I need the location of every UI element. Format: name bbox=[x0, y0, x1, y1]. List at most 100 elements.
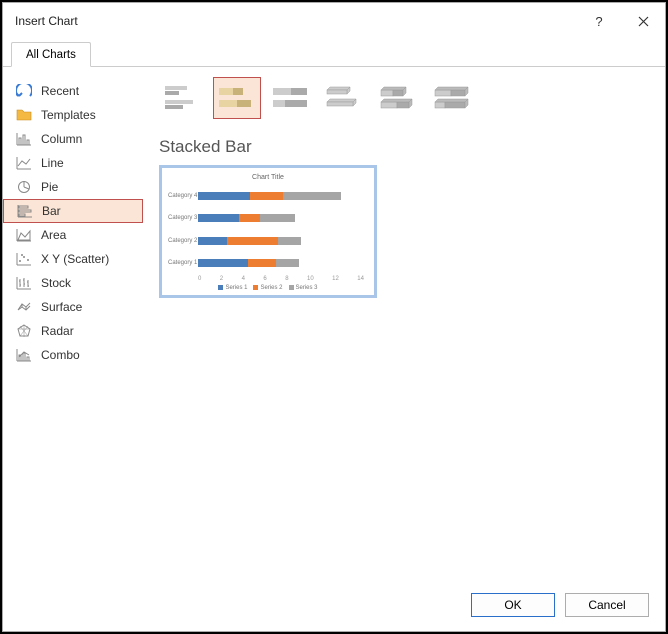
sidebar-item-label: Templates bbox=[41, 108, 96, 122]
preview-bar-row: Category 2 bbox=[198, 237, 364, 245]
sidebar-item-label: Radar bbox=[41, 324, 74, 338]
sidebar-item-column[interactable]: Column bbox=[3, 127, 143, 151]
sidebar-item-label: Recent bbox=[41, 84, 79, 98]
stacked-bar-icon bbox=[217, 82, 257, 114]
subtype-100-stacked-bar[interactable] bbox=[267, 77, 315, 119]
category-label: Category 1 bbox=[168, 260, 196, 266]
tick-label: 2 bbox=[220, 276, 223, 282]
sidebar-item-templates[interactable]: Templates bbox=[3, 103, 143, 127]
sidebar-item-label: Combo bbox=[41, 348, 80, 362]
category-label: Category 4 bbox=[168, 193, 196, 199]
legend-item: Series 3 bbox=[289, 285, 318, 291]
subtype-clustered-bar[interactable] bbox=[159, 77, 207, 119]
sidebar-item-label: Column bbox=[41, 132, 82, 146]
titlebar: Insert Chart ? bbox=[3, 3, 665, 39]
dialog-title: Insert Chart bbox=[15, 14, 577, 28]
subtype-3d-100-stacked-bar[interactable] bbox=[429, 77, 477, 119]
category-label: Category 3 bbox=[168, 215, 196, 221]
sidebar-item-surface[interactable]: Surface bbox=[3, 295, 143, 319]
recent-icon bbox=[15, 83, 33, 99]
preview-bar-row: Category 1 bbox=[198, 259, 364, 267]
sidebar-item-label: Surface bbox=[41, 300, 82, 314]
tick-label: 4 bbox=[242, 276, 245, 282]
line-chart-icon bbox=[15, 155, 33, 171]
legend-item: Series 1 bbox=[218, 285, 247, 291]
sidebar-item-area[interactable]: Area bbox=[3, 223, 143, 247]
dialog-body: Recent Templates Column Line Pie Bar bbox=[3, 67, 665, 581]
bar-chart-icon bbox=[16, 203, 34, 219]
bar-segment bbox=[198, 214, 239, 222]
sidebar-item-label: Line bbox=[41, 156, 64, 170]
preview-bar-row: Category 4 bbox=[198, 192, 364, 200]
bar-segment bbox=[260, 214, 295, 222]
sidebar-item-radar[interactable]: Radar bbox=[3, 319, 143, 343]
surface-chart-icon bbox=[15, 299, 33, 315]
sidebar-item-scatter[interactable]: X Y (Scatter) bbox=[3, 247, 143, 271]
stock-chart-icon bbox=[15, 275, 33, 291]
3d-clustered-bar-icon bbox=[325, 82, 365, 114]
bar-segment bbox=[248, 259, 276, 267]
tick-label: 14 bbox=[357, 276, 364, 282]
clustered-bar-icon bbox=[163, 82, 203, 114]
sidebar-item-label: Pie bbox=[41, 180, 58, 194]
sidebar-item-label: Area bbox=[41, 228, 66, 242]
bar-segment bbox=[227, 237, 278, 245]
bar-segment bbox=[198, 259, 248, 267]
100-stacked-bar-icon bbox=[271, 82, 311, 114]
tick-label: 10 bbox=[307, 276, 314, 282]
close-icon bbox=[638, 16, 649, 27]
bar-segment bbox=[278, 237, 301, 245]
sidebar-item-recent[interactable]: Recent bbox=[3, 79, 143, 103]
chart-subtype-row bbox=[159, 77, 649, 119]
area-chart-icon bbox=[15, 227, 33, 243]
column-chart-icon bbox=[15, 131, 33, 147]
pie-chart-icon bbox=[15, 179, 33, 195]
sidebar-item-bar[interactable]: Bar bbox=[3, 199, 143, 223]
selected-chart-name: Stacked Bar bbox=[159, 137, 649, 157]
insert-chart-dialog: Insert Chart ? All Charts Recent Templat… bbox=[2, 2, 666, 632]
subtype-stacked-bar[interactable] bbox=[213, 77, 261, 119]
preview-x-axis: 0 2 4 6 8 10 12 14 bbox=[168, 276, 368, 282]
sidebar-item-label: Stock bbox=[41, 276, 71, 290]
preview-legend: Series 1 Series 2 Series 3 bbox=[168, 285, 368, 291]
bar-segment bbox=[239, 214, 260, 222]
tab-strip: All Charts bbox=[3, 39, 665, 67]
bar-segment bbox=[250, 192, 283, 200]
subtype-3d-clustered-bar[interactable] bbox=[321, 77, 369, 119]
scatter-chart-icon bbox=[15, 251, 33, 267]
close-button[interactable] bbox=[621, 5, 665, 37]
combo-chart-icon bbox=[15, 347, 33, 363]
preview-bar-row: Category 3 bbox=[198, 214, 364, 222]
tick-label: 12 bbox=[332, 276, 339, 282]
bar-segment bbox=[198, 192, 250, 200]
folder-icon bbox=[15, 107, 33, 123]
tick-label: 6 bbox=[263, 276, 266, 282]
ok-button[interactable]: OK bbox=[471, 593, 555, 617]
tick-label: 0 bbox=[198, 276, 201, 282]
subtype-3d-stacked-bar[interactable] bbox=[375, 77, 423, 119]
preview-plot: Category 4 Category 3 Category 2 bbox=[168, 185, 368, 274]
radar-chart-icon bbox=[15, 323, 33, 339]
sidebar-item-stock[interactable]: Stock bbox=[3, 271, 143, 295]
main-panel: Stacked Bar Chart Title Category 4 Categ… bbox=[143, 67, 665, 581]
category-label: Category 2 bbox=[168, 238, 196, 244]
bar-segment bbox=[198, 237, 227, 245]
sidebar-item-pie[interactable]: Pie bbox=[3, 175, 143, 199]
dialog-footer: OK Cancel bbox=[3, 581, 665, 631]
sidebar-item-combo[interactable]: Combo bbox=[3, 343, 143, 367]
bar-segment bbox=[283, 192, 341, 200]
cancel-button[interactable]: Cancel bbox=[565, 593, 649, 617]
preview-title: Chart Title bbox=[168, 174, 368, 181]
legend-item: Series 2 bbox=[253, 285, 282, 291]
sidebar-item-label: Bar bbox=[42, 204, 61, 218]
chart-category-list: Recent Templates Column Line Pie Bar bbox=[3, 67, 143, 581]
chart-preview[interactable]: Chart Title Category 4 Category 3 bbox=[159, 165, 377, 298]
tick-label: 8 bbox=[285, 276, 288, 282]
sidebar-item-line[interactable]: Line bbox=[3, 151, 143, 175]
bar-segment bbox=[276, 259, 299, 267]
sidebar-item-label: X Y (Scatter) bbox=[41, 252, 109, 266]
3d-100-stacked-bar-icon bbox=[433, 82, 473, 114]
help-button[interactable]: ? bbox=[577, 5, 621, 37]
tab-all-charts[interactable]: All Charts bbox=[11, 42, 91, 67]
3d-stacked-bar-icon bbox=[379, 82, 419, 114]
